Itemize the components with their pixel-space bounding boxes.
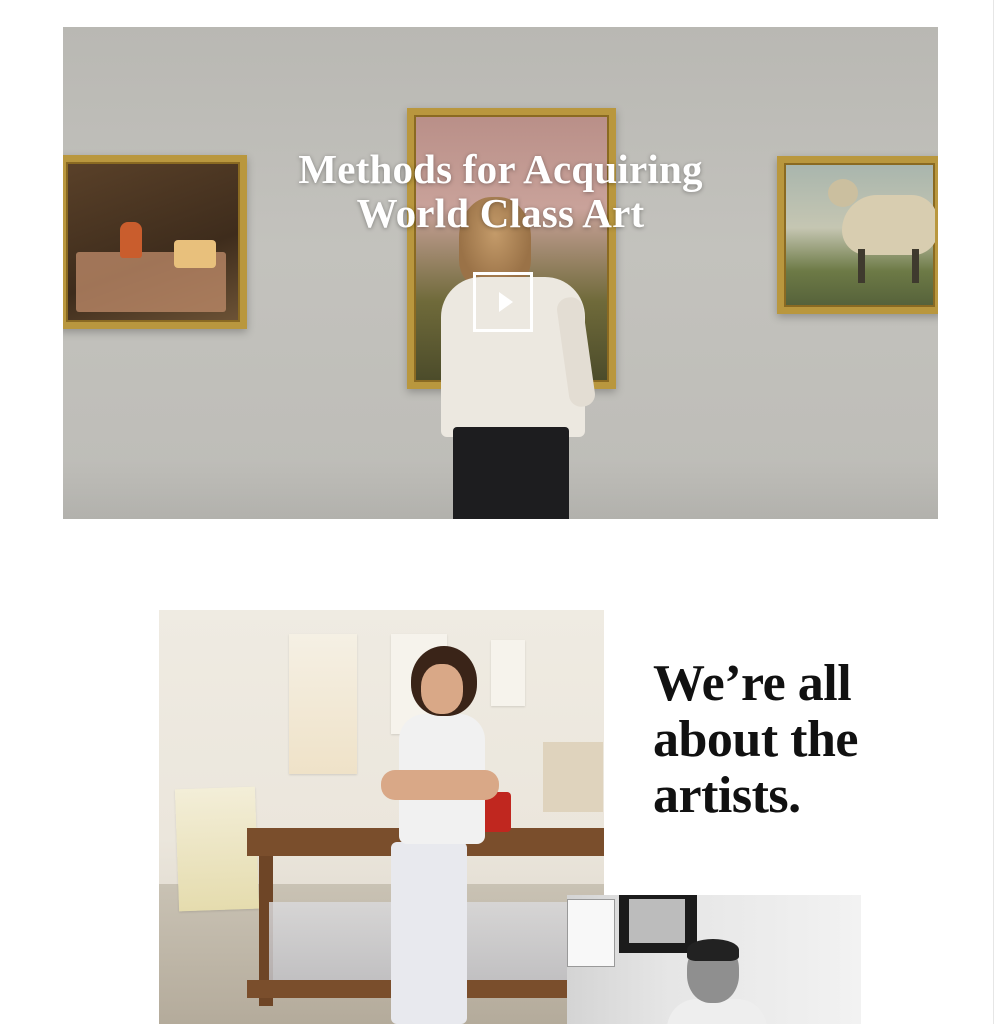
hero-video[interactable]: Methods for Acquiring World Class Art xyxy=(63,27,938,519)
page: Methods for Acquiring World Class Art We… xyxy=(0,0,994,1024)
sheep-leg xyxy=(858,249,865,283)
artist-portrait-photo xyxy=(567,895,861,1024)
viewer-pants xyxy=(453,427,569,519)
studio-board xyxy=(543,742,603,812)
play-icon xyxy=(499,292,513,312)
artists-headline: We’re all about the artists. xyxy=(653,656,953,824)
hero-title-line: World Class Art xyxy=(356,190,645,236)
artist-hair xyxy=(687,939,739,961)
sheep-leg xyxy=(912,249,919,283)
play-button[interactable] xyxy=(473,272,533,332)
headline-line: We’re all xyxy=(653,655,852,712)
headline-line: artists. xyxy=(653,767,801,824)
pinned-card xyxy=(567,899,615,967)
hero-title: Methods for Acquiring World Class Art xyxy=(63,147,938,235)
sketch-drawing xyxy=(491,640,525,706)
artist-face xyxy=(421,664,463,714)
wall-frame-content xyxy=(629,899,685,943)
artist-legs xyxy=(391,842,467,1024)
artist-arms xyxy=(381,770,499,800)
sketch-drawing xyxy=(289,634,357,774)
hero-title-line: Methods for Acquiring xyxy=(298,146,703,192)
artist-studio-photo xyxy=(159,610,604,1024)
headline-line: about the xyxy=(653,711,858,768)
still-life-cake xyxy=(174,240,216,268)
